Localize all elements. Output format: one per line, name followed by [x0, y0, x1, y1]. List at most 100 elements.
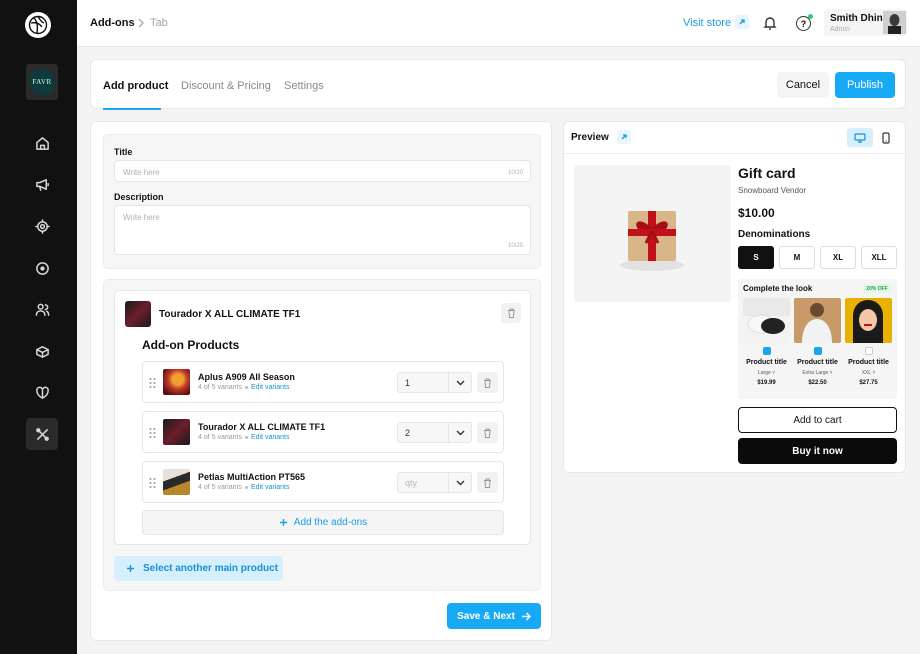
- description-input[interactable]: Write here 10/20: [114, 205, 531, 255]
- add-addons-label: Add the add-ons: [293, 517, 368, 528]
- look-product[interactable]: Product title Large ˅ $19.99: [743, 298, 790, 386]
- add-addons-button[interactable]: Add the add-ons: [142, 510, 504, 535]
- addon-section: Tourador X ALL CLIMATE TF1 Add-on Produc…: [103, 279, 541, 591]
- look-product[interactable]: Product title Extra Large ˅ $22.50: [794, 298, 841, 386]
- save-next-button[interactable]: Save & Next: [447, 603, 541, 629]
- user-role: Admin: [830, 26, 850, 33]
- buy-now-button[interactable]: Buy it now: [738, 438, 897, 464]
- external-link-icon[interactable]: [735, 15, 749, 29]
- chevron-right-icon: [138, 18, 144, 28]
- title-input[interactable]: Write here 10/20: [114, 160, 531, 182]
- chevron-down-icon[interactable]: [448, 473, 471, 492]
- circle-dot-icon[interactable]: [26, 252, 58, 284]
- main-product-thumbnail: [125, 301, 151, 327]
- title-placeholder: Write here: [123, 168, 160, 177]
- edit-variants-link[interactable]: Edit variants: [251, 484, 290, 491]
- tab-discount-pricing[interactable]: Discount & Pricing: [181, 80, 271, 92]
- look-product-size[interactable]: XXL ˅: [845, 370, 892, 376]
- external-link-icon[interactable]: [617, 130, 631, 144]
- drag-handle-icon[interactable]: [149, 377, 156, 389]
- look-product-checkbox[interactable]: [762, 347, 771, 355]
- variant-count: 4 of 5 variants: [198, 484, 242, 491]
- mobile-icon[interactable]: [873, 128, 899, 147]
- addon-row: Aplus A909 All Season 4 of 5 variants Edi…: [142, 361, 504, 403]
- megaphone-icon[interactable]: [26, 168, 58, 200]
- look-title: Complete the look: [743, 284, 813, 293]
- quantity-placeholder: qty: [405, 478, 418, 488]
- look-product-title: Product title: [746, 359, 787, 366]
- drag-handle-icon[interactable]: [149, 427, 156, 439]
- look-product[interactable]: Product title XXL ˅ $27.75: [845, 298, 892, 386]
- preview-title: Preview: [571, 132, 609, 143]
- delete-addon-button[interactable]: [477, 472, 498, 493]
- user-menu[interactable]: Smith Dhin Admin: [824, 9, 907, 36]
- look-product-price: $27.75: [859, 380, 878, 386]
- notification-dot: [808, 14, 813, 19]
- chevron-down-icon[interactable]: [448, 423, 471, 442]
- tabs-bar: Add product Discount & Pricing Settings …: [90, 59, 906, 110]
- variant-count: 4 of 5 variants: [198, 384, 242, 391]
- tools-icon[interactable]: [26, 418, 58, 450]
- quantity-select[interactable]: qty: [397, 472, 472, 493]
- tab-settings[interactable]: Settings: [284, 80, 324, 92]
- breadcrumb-tab[interactable]: Tab: [150, 17, 168, 29]
- bell-icon[interactable]: [762, 15, 778, 31]
- desktop-icon[interactable]: [847, 128, 873, 147]
- look-product-image: [794, 298, 841, 343]
- product-form: Title Write here 10/20 Description Write…: [90, 121, 552, 641]
- look-product-size[interactable]: Extra Large ˅: [794, 370, 841, 376]
- look-product-title: Product title: [797, 359, 838, 366]
- chevron-down-icon[interactable]: [448, 373, 471, 392]
- product-vendor: Snowboard Vendor: [738, 186, 807, 195]
- quantity-select[interactable]: 1: [397, 372, 472, 393]
- breadcrumb-addons[interactable]: Add-ons: [90, 17, 135, 29]
- app-logo-icon[interactable]: [25, 12, 51, 38]
- drag-handle-icon[interactable]: [149, 477, 156, 489]
- addon-thumbnail: [163, 419, 190, 445]
- gift-box-icon[interactable]: [26, 335, 58, 367]
- basic-fields: Title Write here 10/20 Description Write…: [103, 134, 541, 269]
- variant-count: 4 of 5 variants: [198, 434, 242, 441]
- look-product-price: $19.99: [757, 380, 776, 386]
- visit-store-link[interactable]: Visit store: [683, 17, 731, 29]
- edit-variants-link[interactable]: Edit variants: [251, 384, 290, 391]
- look-product-checkbox[interactable]: [864, 347, 873, 355]
- description-placeholder: Write here: [123, 213, 160, 222]
- quantity-select[interactable]: 2: [397, 422, 472, 443]
- plus-icon: [279, 519, 287, 526]
- target-icon[interactable]: [26, 210, 58, 242]
- size-option-xll[interactable]: XLL: [861, 246, 897, 269]
- product-image: [574, 165, 731, 302]
- topbar: Add-ons Tab Visit store ? Smith Dhin Adm…: [77, 0, 920, 47]
- delete-addon-button[interactable]: [477, 372, 498, 393]
- title-label: Title: [114, 147, 133, 157]
- size-option-xl[interactable]: XL: [820, 246, 856, 269]
- addon-row: Tourador X ALL CLIMATE TF1 4 of 5 varian…: [142, 411, 504, 453]
- look-product-size[interactable]: Large ˅: [743, 370, 790, 376]
- add-to-cart-button[interactable]: Add to cart: [738, 407, 897, 433]
- edit-variants-link[interactable]: Edit variants: [251, 434, 290, 441]
- denominations-label: Denominations: [738, 229, 811, 240]
- store-logo[interactable]: FAVR: [26, 64, 58, 100]
- tag-heart-icon[interactable]: [26, 376, 58, 408]
- active-tab-indicator: [103, 108, 161, 110]
- delete-main-product-button[interactable]: [501, 303, 521, 323]
- look-product-image: [845, 298, 892, 343]
- user-name: Smith Dhin: [830, 13, 883, 24]
- addon-meta: 4 of 5 variants Edit variants: [198, 434, 290, 441]
- select-another-main-product-button[interactable]: Select another main product: [114, 556, 283, 581]
- publish-button[interactable]: Publish: [835, 72, 895, 98]
- home-icon[interactable]: [26, 127, 58, 159]
- size-option-s[interactable]: S: [738, 246, 774, 269]
- look-product-checkbox[interactable]: [813, 347, 822, 355]
- cancel-button[interactable]: Cancel: [777, 72, 829, 98]
- delete-addon-button[interactable]: [477, 422, 498, 443]
- addon-title: Aplus A909 All Season: [198, 372, 295, 382]
- users-icon[interactable]: [26, 293, 58, 325]
- size-option-m[interactable]: M: [779, 246, 815, 269]
- preview-panel: Preview Gift card Snowboard Vendor $10.0…: [563, 121, 906, 473]
- quantity-value: 2: [405, 428, 411, 438]
- tab-add-product[interactable]: Add product: [103, 80, 168, 92]
- main-product-card: Tourador X ALL CLIMATE TF1 Add-on Produc…: [114, 290, 531, 545]
- addon-row: Petlas MultiAction PT565 4 of 5 variants…: [142, 461, 504, 503]
